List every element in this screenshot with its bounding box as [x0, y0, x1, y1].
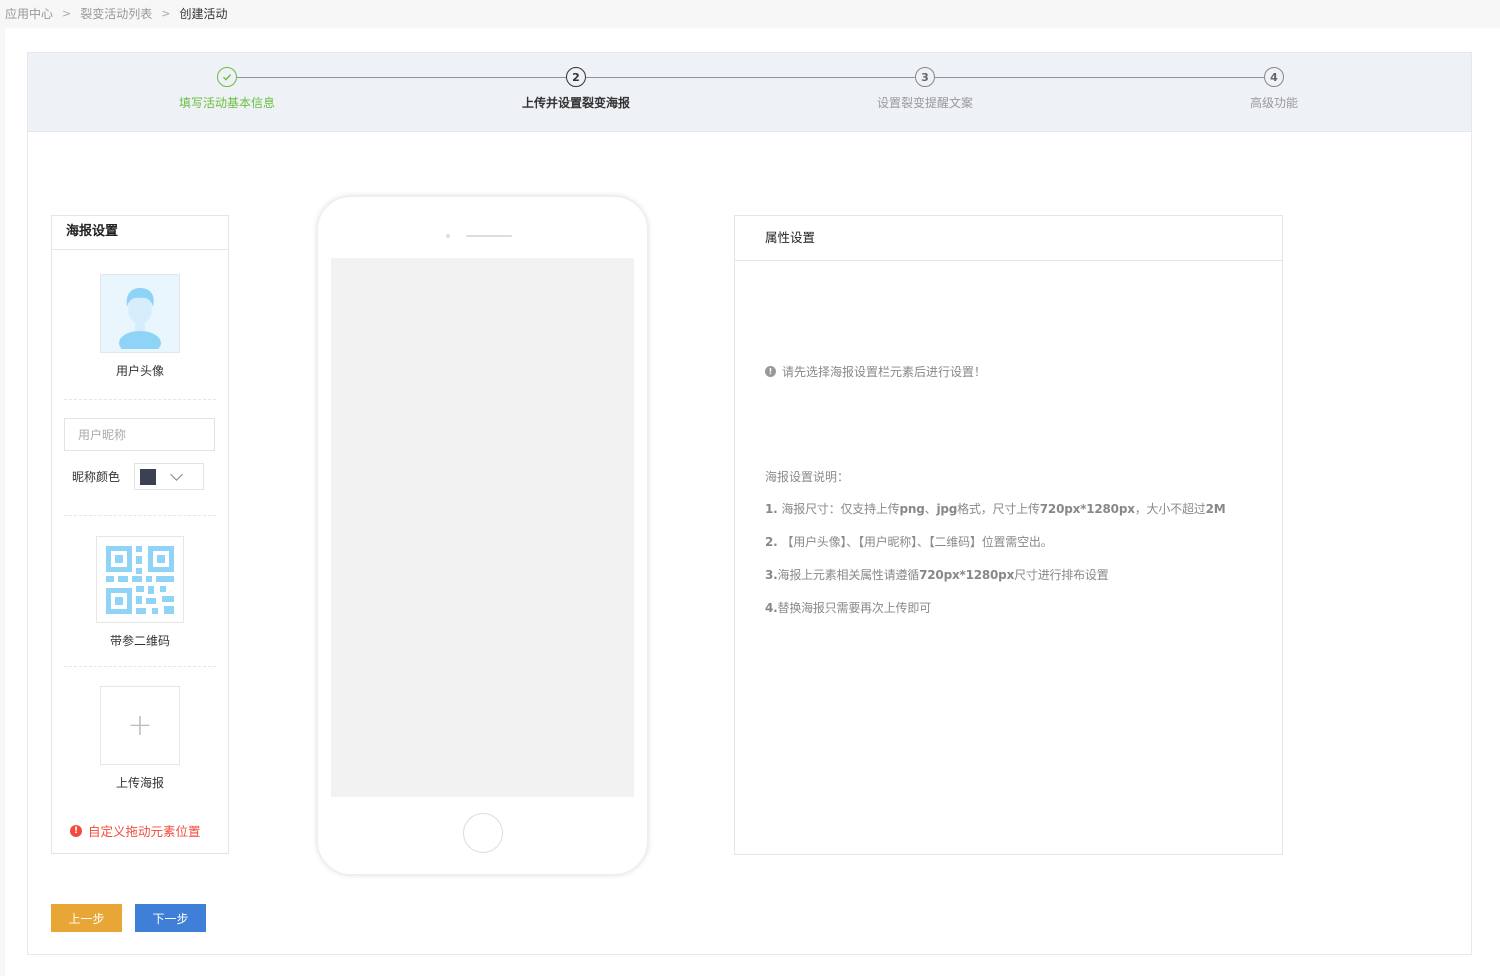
qrcode-label: 带参二维码	[109, 634, 170, 648]
create-activity-box: 填写活动基本信息 2 上传并设置裂变海报 3 设置裂变提醒文案 4 高级功能 海…	[27, 52, 1472, 955]
avatar-element[interactable]: 用户头像	[52, 274, 228, 379]
divider	[64, 515, 216, 516]
step-label: 填写活动基本信息	[178, 96, 275, 110]
nickname-color-label: 昵称颜色	[72, 470, 121, 484]
check-icon	[217, 67, 237, 87]
step-3: 3 设置裂变提醒文案	[825, 67, 1025, 111]
breadcrumb-item-current: 创建活动	[179, 6, 228, 21]
breadcrumb-separator: >	[161, 6, 171, 20]
drag-warning: ! 自定义拖动元素位置	[70, 821, 201, 840]
upload-poster-label: 上传海报	[115, 776, 164, 790]
nickname-color-picker[interactable]	[134, 463, 205, 490]
color-swatch	[140, 468, 157, 485]
avatar-label: 用户头像	[115, 364, 164, 378]
info-icon: !	[765, 366, 776, 377]
poster-settings-title: 海报设置	[52, 216, 228, 250]
notes-title: 海报设置说明：	[765, 470, 850, 484]
steps-bar: 填写活动基本信息 2 上传并设置裂变海报 3 设置裂变提醒文案 4 高级功能	[28, 53, 1471, 132]
poster-settings-panel: 海报设置 用户头像 昵称颜色	[51, 215, 229, 854]
chevron-down-icon	[170, 467, 183, 481]
note-line-1: 1. 海报尺寸：仅支持上传png、jpg格式，尺寸上传720px*1280px，…	[765, 502, 1226, 516]
step-number: 3	[915, 67, 935, 87]
attribute-settings-title: 属性设置	[735, 216, 1282, 261]
step-number: 2	[566, 67, 586, 87]
step-number: 4	[1264, 67, 1284, 87]
step-label: 上传并设置裂变海报	[521, 96, 630, 110]
nickname-color-row: 昵称颜色	[72, 463, 205, 490]
drag-warning-text: 自定义拖动元素位置	[88, 824, 201, 839]
breadcrumb-separator: >	[62, 6, 72, 20]
qrcode-icon[interactable]	[96, 536, 184, 623]
exclamation-icon: !	[70, 824, 82, 837]
note-line-4: 4.替换海报只需要再次上传即可	[765, 601, 931, 615]
step-4: 4 高级功能	[1174, 67, 1374, 111]
qrcode-element[interactable]: 带参二维码	[52, 536, 228, 649]
upload-poster-element[interactable]: + 上传海报	[52, 686, 228, 791]
poster-notes: 海报设置说明： 1. 海报尺寸：仅支持上传png、jpg格式，尺寸上传720px…	[765, 468, 1226, 632]
breadcrumb: 应用中心 > 裂变活动列表 > 创建活动	[5, 4, 227, 22]
note-line-2: 2. 【用户头像】、【用户昵称】、【二维码】位置需空出。	[765, 535, 1053, 549]
note-line-3: 3.海报上元素相关属性请遵循720px*1280px尺寸进行排布设置	[765, 568, 1109, 582]
next-step-button[interactable]: 下一步	[135, 904, 206, 932]
divider	[64, 399, 216, 400]
step-1: 填写活动基本信息	[127, 67, 327, 111]
divider	[64, 666, 216, 667]
phone-preview	[317, 196, 648, 875]
step-2: 2 上传并设置裂变海报	[476, 67, 676, 111]
user-avatar-icon[interactable]	[100, 274, 180, 353]
breadcrumb-item-fission-list[interactable]: 裂变活动列表	[80, 5, 152, 22]
step-label: 设置裂变提醒文案	[876, 96, 973, 110]
plus-icon[interactable]: +	[100, 686, 180, 765]
attribute-settings-panel: 属性设置 ! 请先选择海报设置栏元素后进行设置！ 海报设置说明： 1. 海报尺寸…	[734, 215, 1283, 855]
poster-canvas[interactable]	[331, 258, 634, 797]
select-element-hint: ! 请先选择海报设置栏元素后进行设置！	[765, 363, 986, 380]
nickname-input[interactable]	[64, 418, 215, 451]
step-label: 高级功能	[1249, 96, 1298, 110]
prev-step-button[interactable]: 上一步	[51, 904, 122, 932]
phone-camera	[446, 234, 450, 238]
content-area: 填写活动基本信息 2 上传并设置裂变海报 3 设置裂变提醒文案 4 高级功能 海…	[5, 28, 1500, 976]
breadcrumb-item-app-center[interactable]: 应用中心	[5, 5, 53, 22]
phone-speaker	[466, 235, 512, 237]
hint-text: 请先选择海报设置栏元素后进行设置！	[782, 365, 987, 379]
phone-home-button	[463, 813, 503, 853]
step-connector-line	[236, 77, 1274, 78]
